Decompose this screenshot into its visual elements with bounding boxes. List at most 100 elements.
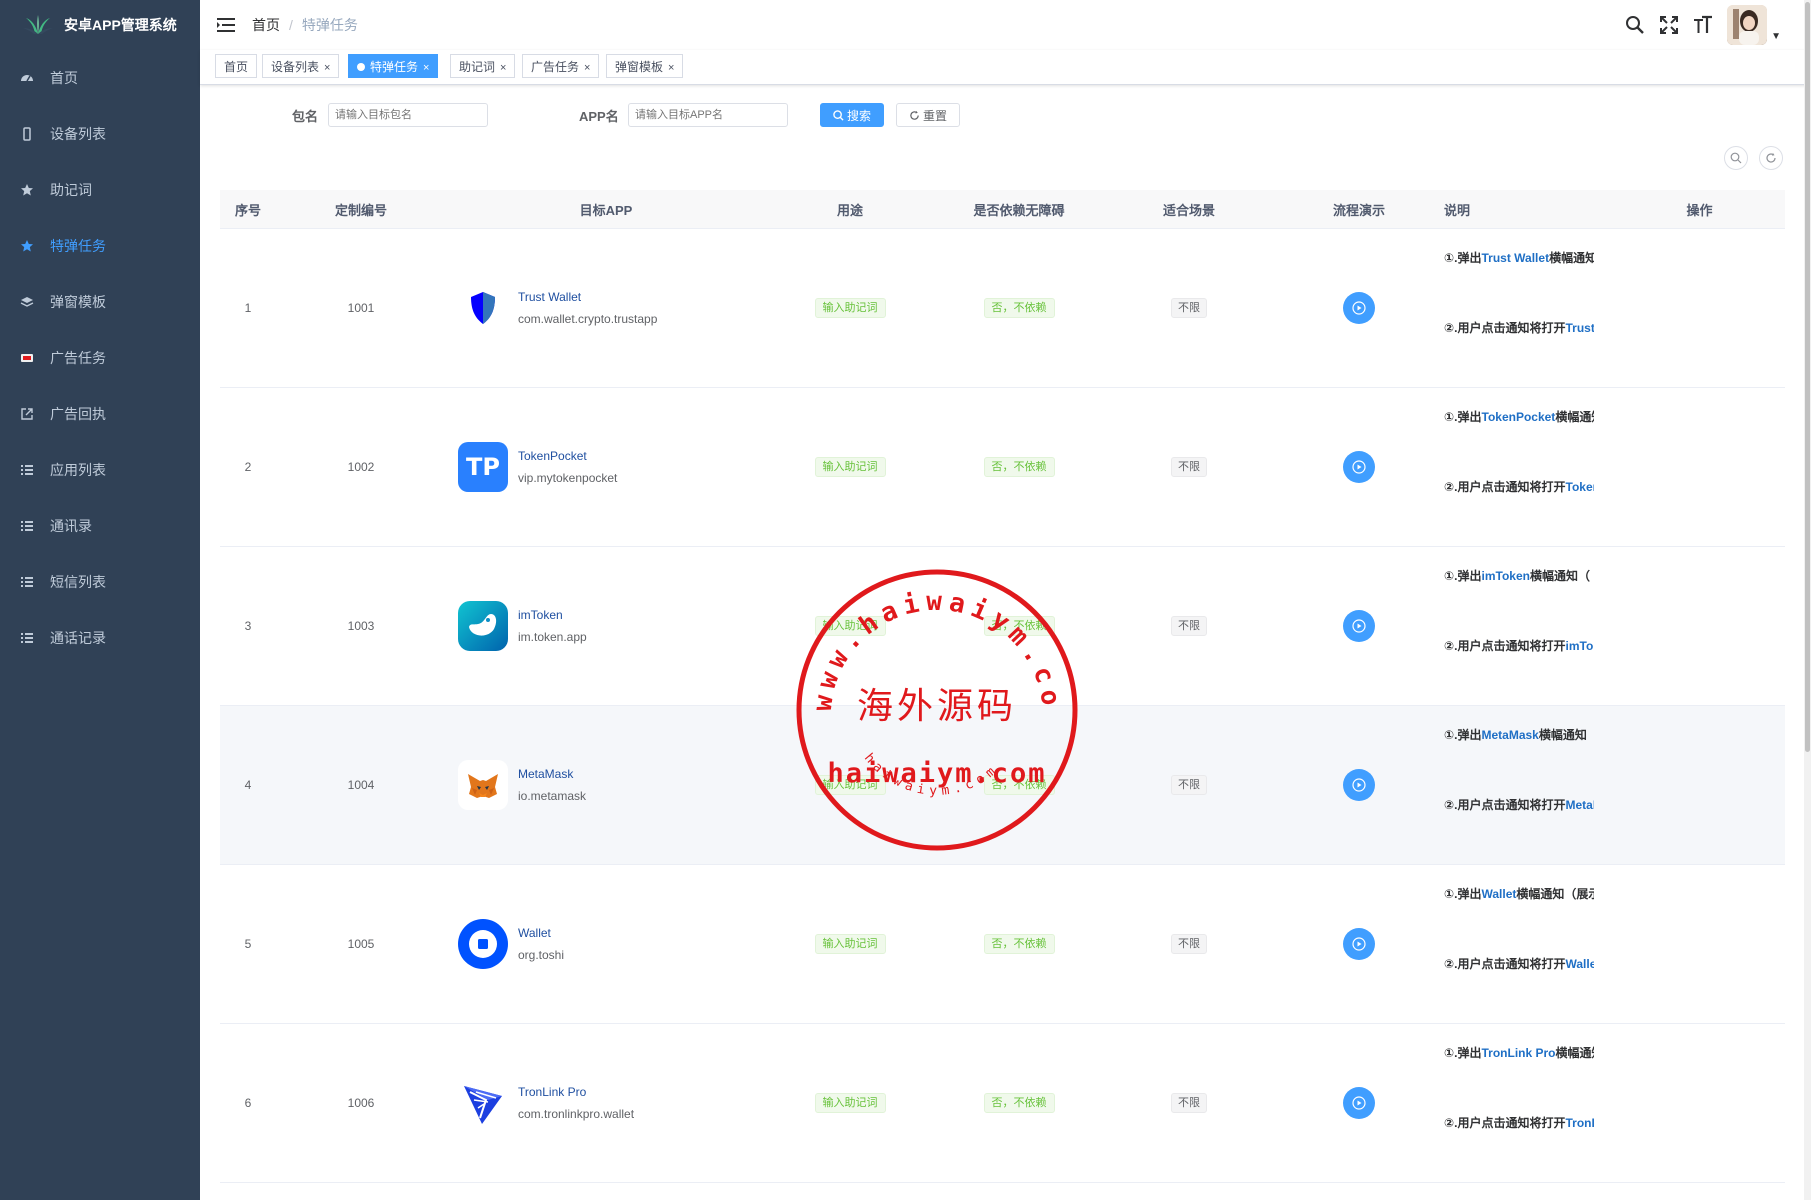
avatar[interactable]	[1727, 5, 1768, 45]
tab-5[interactable]: 弹窗模板 ×	[606, 54, 684, 78]
desc-text: 横幅通知（	[1529, 569, 1590, 583]
column-header: 目标APP	[579, 202, 633, 218]
close-icon[interactable]: ×	[668, 62, 674, 74]
tab-2[interactable]: 特弹任务 ×	[348, 54, 439, 78]
row-demo	[1274, 451, 1444, 483]
play-demo-button[interactable]	[1343, 292, 1375, 324]
svg-text:TP: TP	[466, 453, 500, 481]
play-demo-button[interactable]	[1343, 928, 1375, 960]
refresh-button[interactable]	[1759, 146, 1783, 170]
tab-4[interactable]: 广告任务 ×	[522, 54, 600, 78]
pkg-input[interactable]	[328, 103, 488, 127]
tab-1[interactable]: 设备列表 ×	[262, 54, 340, 78]
tab-0[interactable]: 首页	[215, 54, 258, 78]
description-step-1: ①.弹出MetaMask横幅通知	[1444, 726, 1587, 743]
tags-view: 首页 设备列表 × 特弹任务 × 助记词 × 广告任务 × 弹窗模板 ×	[200, 50, 1811, 85]
table-row[interactable]: 1 1001 Trust Wallet com.wallet.crypto.trust…	[220, 229, 1785, 388]
app-logo-icon	[458, 760, 508, 810]
play-demo-button[interactable]	[1343, 1087, 1375, 1119]
description-step-1: ①.弹出Trust Wallet横幅通知	[1444, 249, 1594, 266]
column-header: 序号	[234, 202, 261, 218]
font-size-icon[interactable]	[1693, 15, 1713, 35]
row-description: ①.弹出imToken横幅通知（②.用户点击通知将打开imToken	[1444, 547, 1614, 705]
sidebar-item-9[interactable]: 短信列表	[0, 554, 200, 610]
app-cell: TronLink Pro com.tronlinkpro.wallet	[446, 1078, 766, 1128]
column-header: 说明	[1444, 202, 1471, 218]
sidebar-item-7[interactable]: 应用列表	[0, 442, 200, 498]
search-icon[interactable]	[1625, 15, 1645, 35]
row-app: Trust Wallet com.wallet.crypto.trustapp	[446, 283, 766, 333]
logo[interactable]: 安卓APP管理系统	[0, 0, 200, 50]
row-index: 4	[244, 778, 252, 792]
desc-app-highlight: imToken	[1565, 639, 1595, 653]
row-description: ①.弹出TokenPocket横幅通知②.用户点击通知将打开TokenPocke…	[1444, 388, 1614, 546]
hamburger-icon[interactable]	[216, 15, 236, 35]
app-package: vip.mytokenpocket	[518, 471, 618, 485]
row-index: 3	[244, 619, 252, 633]
tab-label: 设备列表	[271, 60, 320, 74]
table-row[interactable]: 2 1002 TP TokenPocket vip.mytokenpocket 输入助记词…	[220, 388, 1785, 547]
app-package: io.metamask	[518, 789, 587, 803]
purpose-tag: 输入助记词	[814, 457, 886, 477]
navbar-right: ▼	[1611, 0, 1781, 50]
close-icon[interactable]: ×	[423, 62, 429, 74]
caret-down-icon[interactable]: ▼	[1771, 31, 1781, 42]
app-logo-icon	[458, 919, 508, 969]
table-row[interactable]: 5 1005 Wallet org.toshi 输入助记词 否，不依赖 不限 ①.弹出Wall…	[220, 865, 1785, 1024]
play-icon	[1352, 1096, 1366, 1110]
purpose-tag: 输入助记词	[814, 1093, 886, 1113]
table-body: 1 1001 Trust Wallet com.wallet.crypto.trust…	[220, 229, 1785, 1183]
sidebar-item-4[interactable]: 弹窗模板	[0, 274, 200, 330]
sidebar-item-6[interactable]: 广告回执	[0, 386, 200, 442]
play-demo-button[interactable]	[1343, 769, 1375, 801]
sidebar-item-8[interactable]: 通讯录	[0, 498, 200, 554]
purpose-tag: 输入助记词	[814, 298, 886, 318]
sidebar-item-2[interactable]: 助记词	[0, 162, 200, 218]
app-name: imToken	[518, 608, 563, 622]
desc-text: ①.弹出	[1444, 887, 1482, 901]
reset-button-label: 重置	[922, 108, 947, 123]
scrollbar-thumb[interactable]	[1805, 2, 1810, 752]
sidebar-item-10[interactable]: 通话记录	[0, 610, 200, 666]
desc-app-highlight: Trust Wallet	[1565, 321, 1595, 335]
play-demo-button[interactable]	[1343, 451, 1375, 483]
app-name: Trust Wallet	[518, 290, 582, 304]
app-input[interactable]	[628, 103, 788, 127]
sidebar-item-5[interactable]: 广告任务	[0, 330, 200, 386]
logo-icon	[23, 15, 53, 34]
row-description: ①.弹出MetaMask横幅通知②.用户点击通知将打开MetaMask	[1444, 706, 1614, 864]
row-depends: 否，不依赖	[934, 457, 1104, 477]
fullscreen-icon[interactable]	[1659, 15, 1679, 35]
breadcrumb-home[interactable]: 首页	[252, 15, 280, 35]
app-logo-icon	[458, 601, 508, 651]
app-package: org.toshi	[518, 948, 565, 962]
desc-text: 横幅通知	[1549, 251, 1594, 265]
scrollbar[interactable]	[1804, 0, 1811, 1200]
toggle-search-button[interactable]	[1724, 146, 1748, 170]
close-icon[interactable]: ×	[500, 62, 506, 74]
close-icon[interactable]: ×	[584, 62, 590, 74]
sidebar-item-label: 通话记录	[50, 630, 106, 646]
sidebar: 安卓APP管理系统 首页 设备列表 助记词 特弹任务 弹窗模板 广告任务 广告回执 应用列表通…	[0, 0, 200, 1200]
app-name: TronLink Pro	[518, 1085, 587, 1099]
sidebar-item-0[interactable]: 首页	[0, 50, 200, 106]
search-button[interactable]: 搜索	[820, 103, 884, 127]
play-demo-button[interactable]	[1343, 610, 1375, 642]
sidebar-item-3[interactable]: 特弹任务	[0, 218, 200, 274]
depends-tag: 否，不依赖	[983, 1093, 1055, 1113]
desc-text: ①.弹出	[1444, 728, 1482, 742]
table-row[interactable]: 6 1006 TronLink Pro com.tronlinkpro.wallet 输…	[220, 1024, 1785, 1183]
sidebar-item-1[interactable]: 设备列表	[0, 106, 200, 162]
row-depends: 否，不依赖	[934, 1093, 1104, 1113]
close-icon[interactable]: ×	[324, 62, 330, 74]
desc-app-highlight: TokenPocket	[1481, 410, 1556, 424]
active-dot-icon	[357, 62, 365, 71]
tab-3[interactable]: 助记词 ×	[450, 54, 516, 78]
table-row[interactable]: 4 1004 MetaMask io.metamask 输入助记词 否，不依赖 不限 ①.弹出…	[220, 706, 1785, 865]
desc-text: 横幅通知	[1555, 410, 1594, 424]
table-header: 序号 定制编号 目标APP 用途 是否依赖无障碍 适合场景 流程演示 说明 操作	[220, 190, 1785, 229]
reset-button[interactable]: 重置	[896, 103, 960, 127]
app-text: Wallet org.toshi	[518, 926, 564, 962]
sidebar-menu: 首页 设备列表 助记词 特弹任务 弹窗模板 广告任务 广告回执 应用列表 通讯录 短信列表通话记录	[0, 50, 200, 666]
table-row[interactable]: 3 1003 imToken im.token.app 输入助记词 否，不依赖 不限 ①.弹出…	[220, 547, 1785, 706]
